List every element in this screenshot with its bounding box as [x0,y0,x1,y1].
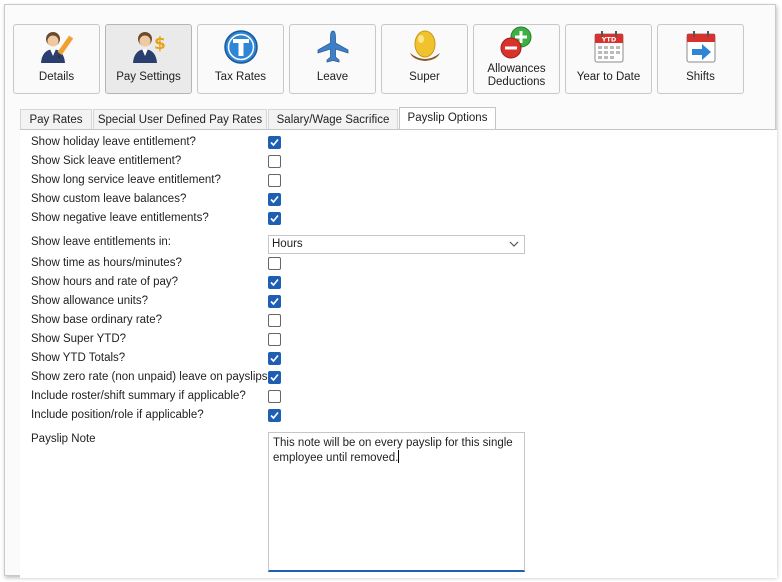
checkbox-zero-rate-leave[interactable] [268,371,281,384]
option-label-time-hours-minutes: Show time as hours/minutes? [31,257,182,269]
tax-rates-button[interactable]: Tax Rates [197,24,284,94]
year-to-date-label: Year to Date [576,71,641,83]
airplane-icon [317,30,348,63]
option-label-hours-rate-of-pay: Show hours and rate of pay? [31,276,179,288]
plus-minus-icon [500,26,531,59]
tab-pay-rates[interactable]: Pay Rates [20,109,92,129]
option-label-sick-leave: Show Sick leave entitlement? [31,155,182,167]
details-button[interactable]: Details [13,24,100,94]
employee-settings-window: Details $ Pay Settings Tax Rates Leave S… [4,4,777,578]
ytd-calendar-icon: YTD [594,31,623,63]
pay-settings-button[interactable]: $ Pay Settings [105,24,192,94]
option-label-custom-leave-balances: Show custom leave balances? [31,193,187,205]
checkbox-holiday-leave[interactable] [268,136,281,149]
checkmark-icon [270,214,279,223]
checkmark-icon [270,411,279,420]
option-label-negative-leave: Show negative leave entitlements? [31,212,209,224]
svg-text:$: $ [154,34,166,54]
checkbox-position-role[interactable] [268,409,281,422]
allowances-deductions-button[interactable]: Allowances Deductions [473,24,560,94]
option-label-long-service-leave: Show long service leave entitlement? [31,174,221,186]
tab-salary-wage-sacrifice[interactable]: Salary/Wage Sacrifice [268,109,398,129]
tab-special-user-defined-pay-rates[interactable]: Special User Defined Pay Rates [93,109,267,129]
checkbox-super-ytd[interactable] [268,333,281,346]
checkbox-hours-rate-of-pay[interactable] [268,276,281,289]
shifts-button[interactable]: Shifts [657,24,744,94]
payslip-note-label: Payslip Note [31,433,96,445]
shifts-label: Shifts [686,71,715,83]
person-pencil-icon [40,32,73,63]
tax-t-icon [223,30,258,64]
checkmark-icon [270,373,279,382]
super-label: Super [409,71,440,83]
option-label-super-ytd: Show Super YTD? [31,333,127,345]
checkbox-sick-leave[interactable] [268,155,281,168]
checkbox-custom-leave-balances[interactable] [268,193,281,206]
tax-rates-label: Tax Rates [214,71,267,83]
checkbox-allowance-units[interactable] [268,295,281,308]
checkbox-base-ordinary-rate[interactable] [268,314,281,327]
leave-button[interactable]: Leave [289,24,376,94]
checkbox-time-hours-minutes[interactable] [268,257,281,270]
checkbox-roster-shift-summary[interactable] [268,390,281,403]
text-caret [398,450,400,463]
checkbox-long-service-leave[interactable] [268,174,281,187]
chevron-down-icon [509,241,519,247]
checkmark-icon [270,297,279,306]
option-label-position-role: Include position/role if applicable? [31,409,204,421]
person-dollar-icon: $ [132,32,166,63]
option-label-ytd-totals: Show YTD Totals? [31,352,126,364]
deductions-label-line2: Deductions [487,76,546,88]
pay-settings-label: Pay Settings [116,71,181,83]
leave-units-label: Show leave entitlements in: [31,236,171,248]
nest-egg-icon [409,30,440,61]
calendar-arrow-icon [686,31,715,63]
option-label-roster-shift-summary: Include roster/shift summary if applicab… [31,390,246,402]
option-label-base-ordinary-rate: Show base ordinary rate? [31,314,163,326]
allowances-label-line1: Allowances [487,63,546,75]
option-label-holiday-leave: Show holiday leave entitlement? [31,136,196,148]
leave-units-value: Hours [272,238,303,250]
leave-units-select[interactable]: Hours [268,235,525,254]
checkmark-icon [270,278,279,287]
super-button[interactable]: Super [381,24,468,94]
checkmark-icon [270,195,279,204]
checkmark-icon [270,138,279,147]
checkbox-negative-leave[interactable] [268,212,281,225]
tab-payslip-options[interactable]: Payslip Options [399,107,496,130]
svg-text:YTD: YTD [600,36,616,44]
option-label-allowance-units: Show allowance units? [31,295,148,307]
checkbox-ytd-totals[interactable] [268,352,281,365]
details-label: Details [38,71,75,83]
payslip-note-text: This note will be on every payslip for t… [273,437,513,464]
year-to-date-button[interactable]: YTD Year to Date [565,24,652,94]
option-label-zero-rate-leave: Show zero rate (non unpaid) leave on pay… [31,371,274,383]
leave-label: Leave [316,71,349,83]
allowances-deductions-label: Allowances Deductions [474,63,559,89]
checkmark-icon [270,354,279,363]
payslip-note-textarea[interactable]: This note will be on every payslip for t… [268,432,525,572]
